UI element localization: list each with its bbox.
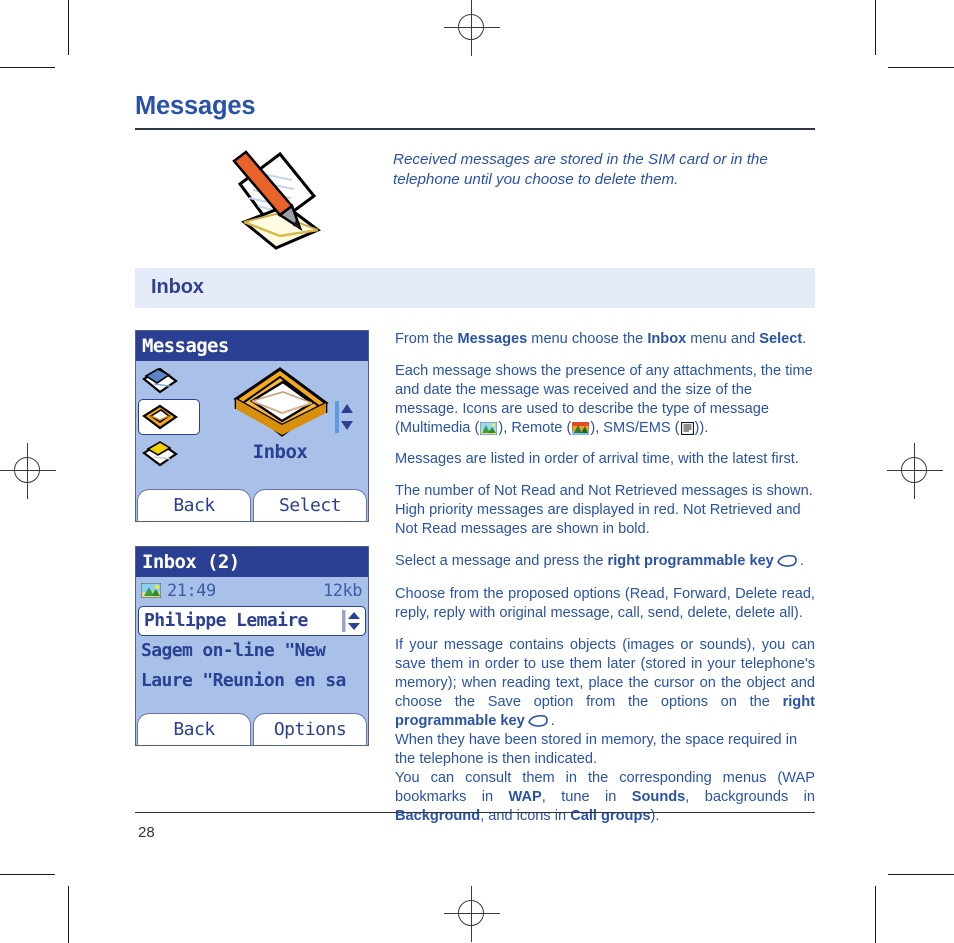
footer-divider (135, 812, 815, 814)
phone-screenshot-inbox-list: Inbox (2) 21:49 12kb Philippe Lemaire Sa… (135, 545, 369, 746)
phone2-message-time: 21:49 (167, 580, 216, 601)
paragraph-each-message-shows: Each message shows the presence of any a… (395, 362, 815, 438)
p9-bold-background: Background (395, 807, 481, 824)
crop-mark-top-right-vertical (875, 0, 877, 55)
paragraph-if-message-contains-objects: If your message contains objects (images… (395, 636, 815, 731)
phone-screenshot-messages-menu: Messages Inbox Back Select (135, 329, 369, 522)
phone2-body: 21:49 12kb Philippe Lemaire Sagem on-lin… (136, 577, 368, 713)
sms-ems-icon (680, 421, 694, 435)
phone2-list-item[interactable]: Sagem on-line "New (136, 636, 368, 666)
messages-list-icon (140, 365, 206, 401)
section-title: Inbox (151, 276, 204, 299)
p7-part-a: If your message contains objects (images… (395, 637, 815, 711)
phone2-message-size: 12kb (323, 580, 362, 601)
inbox-large-label: Inbox (252, 440, 308, 463)
p1-part-d: menu and (686, 330, 760, 347)
multimedia-message-icon (140, 582, 162, 599)
p7-part-c: . (550, 713, 555, 730)
p9-part-c: , tune in (541, 789, 632, 806)
crop-mark-bottom-left-vertical (68, 886, 70, 943)
phone-mockups-column: Messages Inbox Back Select Inbox (2) 21:… (135, 329, 375, 746)
p9-bold-call-groups: Call groups (570, 807, 651, 824)
intro-block: Received messages are stored in the SIM … (135, 149, 815, 262)
phone1-softkey-select[interactable]: Select (253, 488, 367, 521)
phone2-message-meta-row: 21:49 12kb (136, 577, 368, 605)
remote-icon (571, 421, 590, 435)
p9-part-e: , and icons in (480, 807, 571, 824)
p1-part-a: From the (395, 330, 458, 347)
programmable-key-icon (527, 714, 549, 728)
p2-part-d: )). (694, 419, 709, 436)
phone1-body: Inbox (136, 361, 368, 489)
inbox-tray-icon (140, 401, 206, 437)
section-header-inbox: Inbox (135, 267, 815, 308)
p5-bold-right-programmable-key: right programmable key (607, 553, 774, 570)
paragraph-choose-proposed-options: Choose from the proposed options (Read, … (395, 586, 815, 622)
body-text-column: From the Messages menu choose the Inbox … (395, 330, 815, 826)
phone1-softkey-bar: Back Select (136, 488, 368, 521)
phone2-list-item-label: Philippe Lemaire (144, 610, 308, 632)
p1-bold-inbox: Inbox (647, 330, 687, 347)
registration-mark-bottom (444, 886, 500, 942)
phone1-menu-icon-list (140, 365, 206, 473)
phone2-softkey-options[interactable]: Options (253, 712, 367, 745)
p9-part-d: , backgrounds in (685, 789, 816, 806)
programmable-key-icon (776, 554, 798, 568)
paragraph-number-not-read: The number of Not Read and Not Retrieved… (395, 483, 813, 538)
outbox-icon (140, 437, 206, 473)
inbox-large-icon (228, 363, 332, 441)
p9-bold-sounds: Sounds (631, 789, 686, 806)
phone2-title: Inbox (2) (136, 546, 368, 577)
intro-text: Received messages are stored in the SIM … (393, 150, 768, 188)
p2-part-b: ), Remote ( (498, 419, 572, 436)
phone2-list-item-selected[interactable]: Philippe Lemaire (138, 605, 366, 636)
title-divider (135, 128, 815, 130)
paragraph-select-message-press: Select a message and press the right pro… (395, 552, 815, 571)
registration-mark-left (0, 443, 56, 499)
p2-part-c: ), SMS/EMS ( (590, 419, 680, 436)
p1-part-e: . (802, 330, 807, 347)
p1-bold-messages: Messages (457, 330, 528, 347)
phone1-title: Messages (136, 330, 368, 361)
crop-mark-bottom-left-horizontal (0, 874, 55, 876)
p9-bold-wap: WAP (508, 789, 542, 806)
crop-mark-bottom-right-horizontal (888, 874, 954, 876)
paragraph-messages-listed-order: Messages are listed in order of arrival … (395, 451, 799, 468)
page-title: Messages (135, 92, 256, 120)
paragraph-you-can-consult: You can consult them in the correspondin… (395, 769, 815, 826)
crop-mark-bottom-right-vertical (875, 886, 877, 943)
pencil-and-letter-icon (214, 144, 324, 252)
phone1-softkey-back[interactable]: Back (137, 488, 251, 521)
crop-mark-top-right-horizontal (888, 67, 954, 69)
page-number: 28 (138, 824, 155, 841)
p5-part-c: . (799, 553, 804, 570)
phone1-scroll-indicator[interactable] (334, 400, 356, 433)
manual-page: Messages Received messages are stored in… (0, 0, 954, 943)
phone2-list-item[interactable]: Laure "Reunion en sa (136, 666, 368, 696)
p1-bold-select: Select (759, 330, 803, 347)
page-content: Messages Received messages are stored in… (135, 92, 815, 824)
paragraph-from-the-messages-menu: From the Messages menu choose the Inbox … (395, 330, 815, 349)
phone2-softkey-back[interactable]: Back (137, 712, 251, 745)
crop-mark-top-left-vertical (68, 0, 70, 55)
multimedia-icon (479, 421, 498, 435)
p5-part-a: Select a message and press the (395, 553, 608, 570)
registration-mark-top (444, 0, 500, 56)
registration-mark-right (887, 443, 943, 499)
phone2-scroll-stepper[interactable] (342, 609, 362, 632)
p1-part-c: menu choose the (527, 330, 648, 347)
phone2-softkey-bar: Back Options (136, 712, 368, 745)
paragraph-when-stored-in-memory: When they have been stored in memory, th… (395, 732, 798, 768)
crop-mark-top-left-horizontal (0, 67, 55, 69)
p9-part-f: ). (650, 807, 660, 824)
